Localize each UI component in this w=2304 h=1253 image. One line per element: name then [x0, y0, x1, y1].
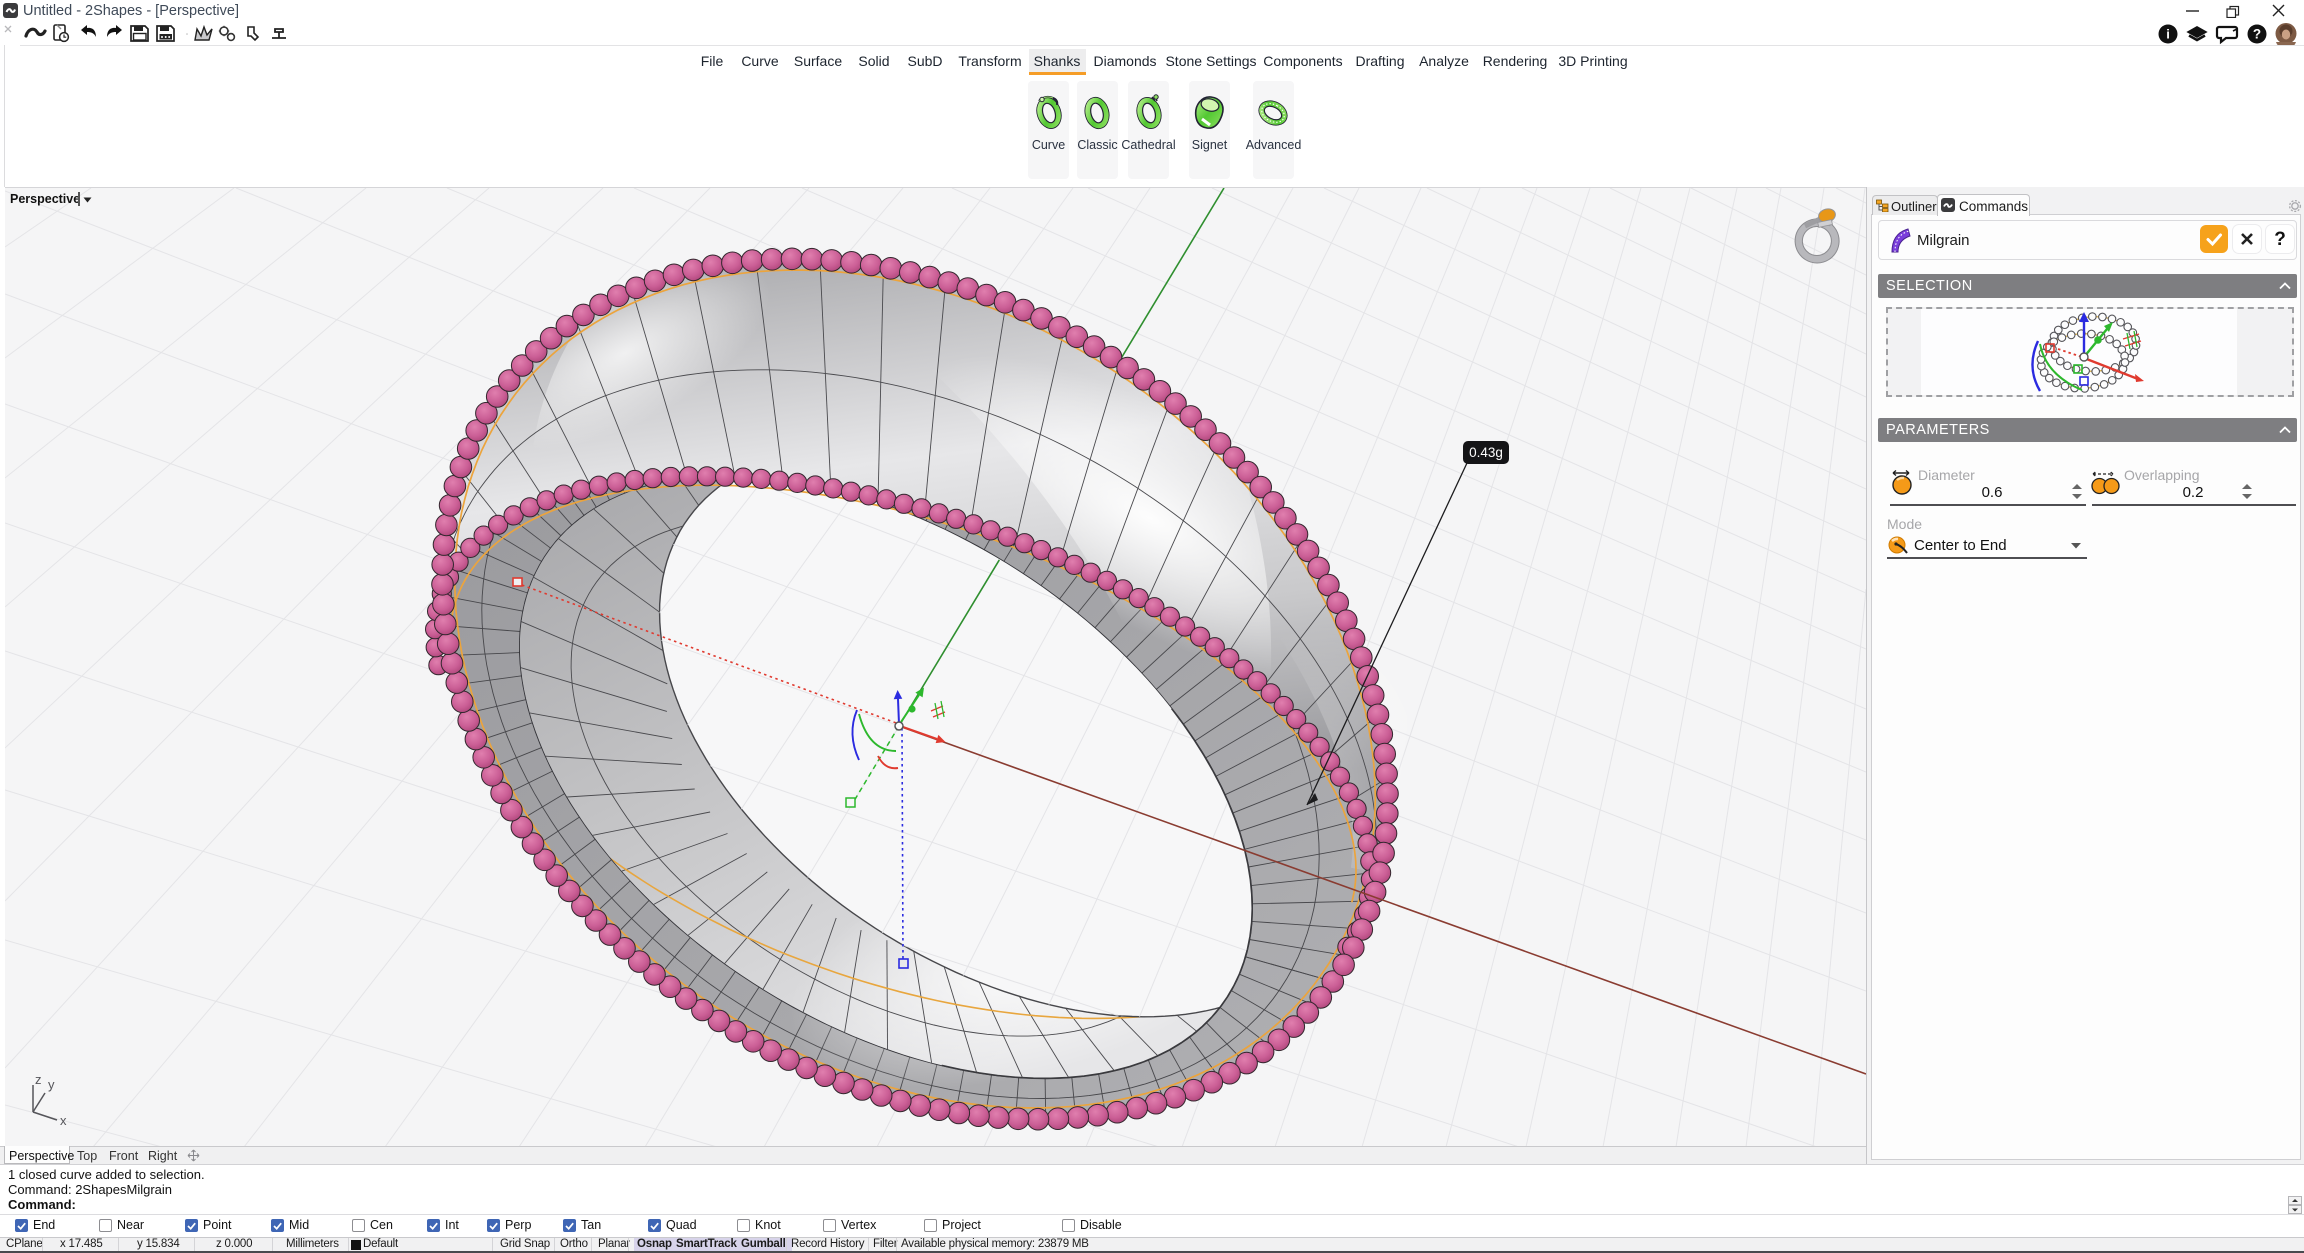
svg-text:?: ?: [2253, 27, 2261, 42]
svg-text:x: x: [60, 1113, 67, 1128]
svg-text:i: i: [2166, 27, 2170, 42]
svg-text:z: z: [35, 1072, 42, 1087]
svg-text:y: y: [48, 1077, 55, 1092]
svg-text:0.43g: 0.43g: [1469, 445, 1503, 460]
